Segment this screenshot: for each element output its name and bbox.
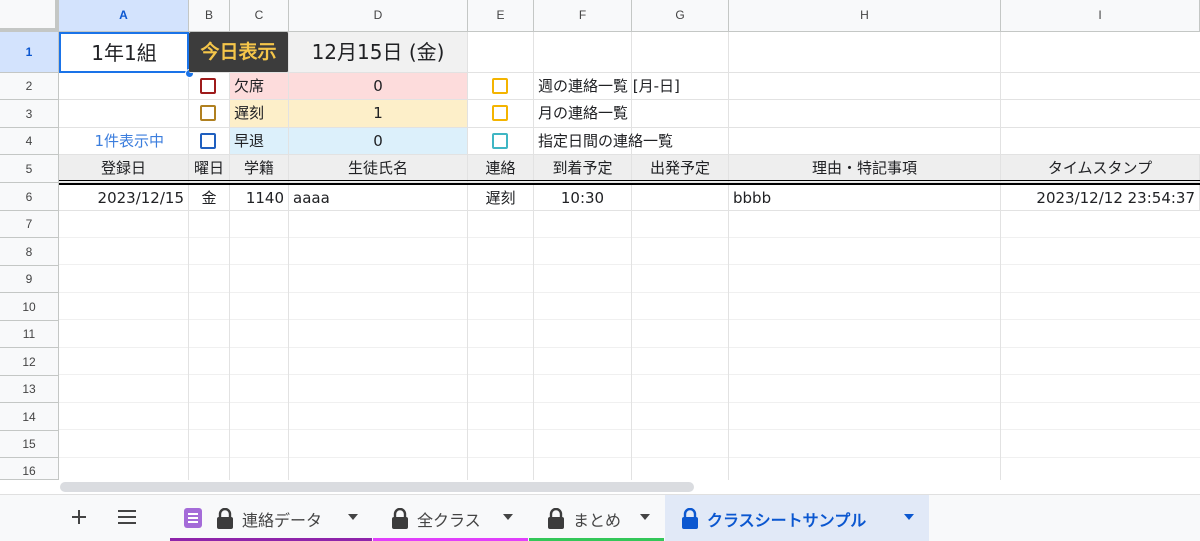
header-timestamp: タイムスタンプ (1001, 155, 1200, 183)
header-weekday: 曜日 (189, 155, 230, 183)
table-cell-contact[interactable]: 遅刻 (468, 185, 534, 211)
late-count: 1 (289, 100, 468, 128)
lock-icon (217, 508, 233, 529)
row-header-12[interactable]: 12 (0, 348, 59, 376)
column-header-g[interactable]: G (632, 0, 729, 32)
row-header-9[interactable]: 9 (0, 266, 59, 293)
date-range-list-checkbox[interactable] (492, 133, 508, 149)
row-header-13[interactable]: 13 (0, 376, 59, 403)
late-label: 遅刻 (230, 100, 289, 128)
spreadsheet-grid[interactable]: A B C D E F G H I 1 2 3 4 5 6 7 8 9 10 1… (0, 0, 1200, 480)
date-display: 12月15日 (金) (289, 32, 468, 73)
late-checkbox[interactable] (200, 105, 216, 121)
sheet-tab-label: 全クラス (417, 511, 481, 530)
lock-icon (548, 508, 564, 529)
sheet-tab-contact-data[interactable]: 連絡データ (170, 495, 372, 541)
absence-label: 欠席 (230, 73, 289, 100)
row-header-15[interactable]: 15 (0, 431, 59, 458)
header-reason: 理由・特記事項 (729, 155, 1001, 183)
sheet-tab-summary[interactable]: まとめ (529, 495, 664, 541)
chevron-down-icon[interactable] (640, 514, 650, 520)
lock-icon (682, 508, 698, 529)
lock-icon (392, 508, 408, 529)
table-cell-student-id[interactable]: 1140 (230, 185, 289, 211)
table-cell-reason[interactable]: bbbb (729, 185, 1001, 211)
row-header-1[interactable]: 1 (0, 32, 59, 73)
column-header-f[interactable]: F (534, 0, 632, 32)
column-header-h[interactable]: H (729, 0, 1001, 32)
sheet-tab-label: まとめ (573, 511, 622, 530)
empty-row-lines (59, 210, 1200, 480)
table-cell-student-name[interactable]: aaaa (289, 185, 468, 211)
row-header-7[interactable]: 7 (0, 211, 59, 238)
table-cell-departure[interactable] (632, 185, 729, 211)
sheet-tab-label: 連絡データ (242, 511, 323, 530)
row-header-16[interactable]: 16 (0, 458, 59, 480)
weekly-list-checkbox[interactable] (492, 78, 508, 94)
column-header-c[interactable]: C (230, 0, 289, 32)
row-header-5[interactable]: 5 (0, 155, 59, 183)
date-range-list-label: 指定日間の連絡一覧 (534, 128, 729, 155)
count-label: 1件表示中 (59, 128, 189, 155)
form-icon (184, 508, 202, 528)
header-contact: 連絡 (468, 155, 534, 183)
column-header-d[interactable]: D (289, 0, 468, 32)
column-header-b[interactable]: B (189, 0, 230, 32)
table-cell-arrival[interactable]: 10:30 (534, 185, 632, 211)
table-cell-timestamp[interactable]: 2023/12/12 23:54:37 (1001, 185, 1200, 211)
column-header-i[interactable]: I (1001, 0, 1200, 32)
absence-count: 0 (289, 73, 468, 100)
early-leave-label: 早退 (230, 128, 289, 155)
early-leave-checkbox[interactable] (200, 133, 216, 149)
monthly-list-label: 月の連絡一覧 (534, 100, 729, 128)
row-header-8[interactable]: 8 (0, 238, 59, 266)
row-header-3[interactable]: 3 (0, 100, 59, 128)
select-all-corner[interactable] (0, 0, 59, 32)
horizontal-scrollbar[interactable] (60, 482, 694, 492)
row-header-6[interactable]: 6 (0, 183, 59, 211)
row-header-14[interactable]: 14 (0, 403, 59, 431)
sheet-tab-class-sheet-sample[interactable]: クラスシートサンプル (665, 495, 929, 541)
row-header-2[interactable]: 2 (0, 73, 59, 100)
sheet-tab-label: クラスシートサンプル (707, 511, 867, 530)
today-button[interactable]: 今日表示 (189, 32, 289, 73)
all-sheets-menu-icon[interactable] (118, 510, 138, 524)
sheet-tab-all-classes[interactable]: 全クラス (373, 495, 528, 541)
weekly-list-label: 週の連絡一覧 [月-日] (534, 73, 729, 100)
header-departure: 出発予定 (632, 155, 729, 183)
early-leave-count: 0 (289, 128, 468, 155)
header-arrival: 到着予定 (534, 155, 632, 183)
chevron-down-icon[interactable] (503, 514, 513, 520)
header-registered-date: 登録日 (59, 155, 189, 183)
row-header-4[interactable]: 4 (0, 128, 59, 155)
header-student-id: 学籍 (230, 155, 289, 183)
absence-checkbox[interactable] (200, 78, 216, 94)
row-header-11[interactable]: 11 (0, 321, 59, 348)
row-header-10[interactable]: 10 (0, 293, 59, 321)
add-sheet-icon[interactable] (70, 508, 88, 526)
chevron-down-icon[interactable] (348, 514, 358, 520)
class-name-cell[interactable]: 1年1組 (59, 32, 189, 73)
monthly-list-checkbox[interactable] (492, 105, 508, 121)
column-header-a[interactable]: A (59, 0, 189, 32)
table-cell-date[interactable]: 2023/12/15 (59, 185, 189, 211)
chevron-down-icon[interactable] (904, 514, 914, 520)
sheet-tab-bar: 連絡データ 全クラス まとめ クラスシートサンプル (0, 494, 1200, 541)
header-student-name: 生徒氏名 (289, 155, 468, 183)
header-double-line-top (59, 180, 1200, 181)
table-cell-weekday[interactable]: 金 (189, 185, 230, 211)
column-header-e[interactable]: E (468, 0, 534, 32)
